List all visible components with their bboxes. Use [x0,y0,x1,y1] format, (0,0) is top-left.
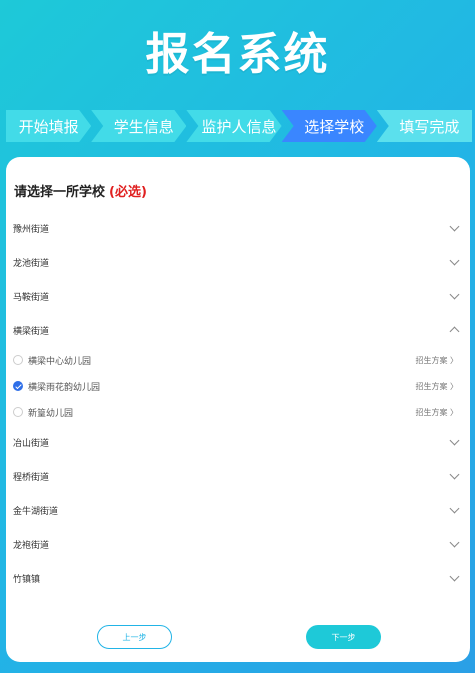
district-list: 豫州街道 龙池街道 马鞍街道 横梁街道 横梁中心幼儿园 招生方案 〉 横梁雨花韵… [6,211,470,595]
step-complete: 填写完成 [376,110,473,142]
radio-button[interactable] [13,355,23,365]
admission-plan-link[interactable]: 招生方案 〉 [415,355,458,366]
page-title: 报名系统 [145,29,330,80]
school-option[interactable]: 横梁中心幼儿园 招生方案 〉 [6,347,470,373]
next-step-button[interactable]: 下一步 [306,625,381,649]
district-row[interactable]: 竹镇镇 [6,561,470,595]
chevron-down-icon [449,469,460,480]
school-option[interactable]: 新篁幼儿园 招生方案 〉 [6,399,470,425]
district-row[interactable]: 金牛湖街道 [6,493,470,527]
district-row[interactable]: 马鞍街道 [6,279,470,313]
chevron-down-icon [449,255,460,266]
district-row[interactable]: 龙池街道 [6,245,470,279]
section-title: 请选择一所学校 (必选) [14,185,147,200]
chevron-down-icon [449,221,460,232]
step-student-info: 学生信息 [91,110,186,142]
school-option[interactable]: 横梁雨花韵幼儿园 招生方案 〉 [6,373,470,399]
step-select-school: 选择学校 [282,110,377,142]
step-start: 开始填报 [6,110,91,142]
chevron-down-icon [449,503,460,514]
chevron-down-icon [449,537,460,548]
admission-plan-link[interactable]: 招生方案 〉 [415,407,458,418]
chevron-down-icon [449,435,460,446]
chevron-down-icon [449,571,460,582]
school-selection-card: 请选择一所学校 (必选) 豫州街道 龙池街道 马鞍街道 横梁街道 横梁中心幼儿园 … [6,157,470,662]
admission-plan-link[interactable]: 招生方案 〉 [415,381,458,392]
radio-button[interactable] [13,407,23,417]
required-mark: (必选) [109,185,147,200]
progress-steps: 开始填报 学生信息 监护人信息 选择学校 填写完成 [6,110,473,142]
district-row[interactable]: 豫州街道 [6,211,470,245]
district-row[interactable]: 冶山街道 [6,425,470,459]
step-guardian-info: 监护人信息 [186,110,281,142]
chevron-up-icon [449,326,460,337]
radio-button-checked[interactable] [13,381,23,391]
previous-step-button[interactable]: 上一步 [97,625,172,649]
district-row[interactable]: 龙袍街道 [6,527,470,561]
district-row[interactable]: 程桥街道 [6,459,470,493]
chevron-down-icon [449,289,460,300]
district-row-expanded[interactable]: 横梁街道 [6,313,470,347]
